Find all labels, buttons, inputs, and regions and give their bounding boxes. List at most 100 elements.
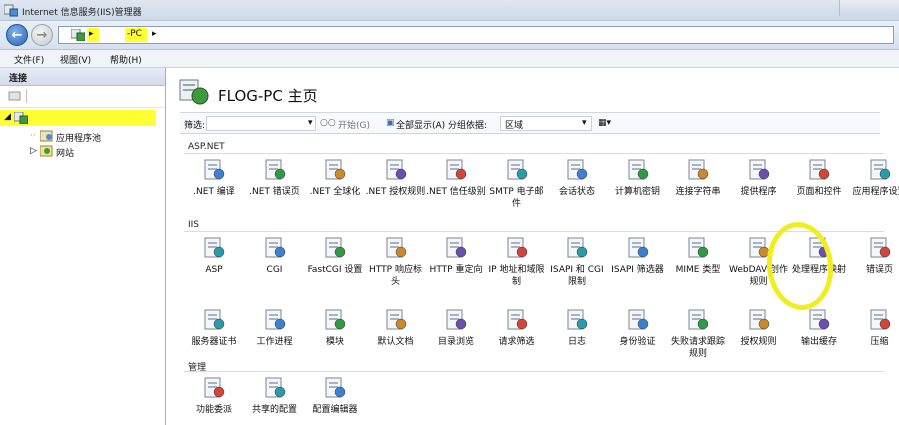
show-all-button[interactable]: 全部显示(A) xyxy=(396,118,445,131)
collapse-icon[interactable]: ◢ xyxy=(4,112,11,122)
feature-label: 失败请求跟踪规则 xyxy=(670,337,725,359)
feature-item[interactable]: 共享的配置 xyxy=(245,376,305,416)
feature-label: 日志 xyxy=(567,337,586,347)
feature-label: 错误页 xyxy=(865,265,893,275)
globe-icon xyxy=(323,158,347,182)
tree-node-server[interactable]: ◢ xyxy=(0,110,156,126)
feature-label: 配置编辑器 xyxy=(312,405,358,415)
error-icon xyxy=(868,236,892,260)
log-icon xyxy=(565,308,589,332)
window-controls[interactable] xyxy=(839,0,899,16)
feature-item[interactable]: 默认文档 xyxy=(366,308,426,348)
output-cache-icon xyxy=(807,308,831,332)
isapi-filter-icon xyxy=(626,236,650,260)
feature-label: 服务器证书 xyxy=(191,337,237,347)
connect-icon[interactable] xyxy=(8,90,22,102)
feature-item[interactable]: ISAPI 筛选器 xyxy=(608,236,668,276)
server-large-icon xyxy=(179,79,209,105)
address-chevron-icon[interactable]: ▸ xyxy=(89,29,94,39)
feature-item[interactable]: 服务器证书 xyxy=(184,308,244,348)
feature-item[interactable]: ISAPI 和 CGI 限制 xyxy=(547,236,607,288)
tree-node-sites[interactable]: ▷ 网站 xyxy=(0,143,160,159)
feature-item[interactable]: MIME 类型 xyxy=(668,236,728,276)
feature-item[interactable]: 授权规则 xyxy=(729,308,789,348)
feature-label: 应用程序设置 xyxy=(852,187,899,197)
feature-item[interactable]: 失败请求跟踪规则 xyxy=(668,308,728,360)
modules-icon xyxy=(323,308,347,332)
worker-process-icon xyxy=(263,308,287,332)
feature-label: HTTP 响应标头 xyxy=(369,265,422,287)
feature-label: HTTP 重定向 xyxy=(429,265,483,275)
iis-app-icon xyxy=(4,4,18,17)
feature-item[interactable]: 请求筛选 xyxy=(487,308,547,348)
feature-item[interactable]: 计算机密钥 xyxy=(608,158,668,198)
fastcgi-icon xyxy=(323,236,347,260)
feature-item[interactable]: 功能委派 xyxy=(184,376,244,416)
feature-item[interactable]: 提供程序 xyxy=(729,158,789,198)
start-button[interactable]: 开始(G) xyxy=(338,118,370,131)
feature-item[interactable]: 应用程序设置 xyxy=(850,158,899,198)
view-mode-icon[interactable]: ▦▾ xyxy=(598,118,611,128)
sites-icon xyxy=(40,145,53,157)
feature-item[interactable]: SMTP 电子邮件 xyxy=(487,158,547,210)
filter-dropdown-icon[interactable]: ▾ xyxy=(308,118,313,128)
show-all-icon: ▣ xyxy=(386,118,395,128)
settings-icon xyxy=(868,158,892,182)
feature-label: 身份验证 xyxy=(619,337,656,347)
feature-item[interactable]: 配置编辑器 xyxy=(305,376,365,416)
expand-icon[interactable]: ▷ xyxy=(30,146,37,156)
menu-bar: 文件(F) 视图(V) 帮助(H) xyxy=(0,50,899,68)
feature-item[interactable]: 压缩 xyxy=(850,308,899,348)
ip-icon xyxy=(505,236,529,260)
feature-item[interactable]: 工作进程 xyxy=(245,308,305,348)
feature-item[interactable]: 会话状态 xyxy=(547,158,607,198)
feature-item[interactable]: FastCGI 设置 xyxy=(305,236,365,276)
feature-label: .NET 全球化 xyxy=(309,187,361,197)
feature-item[interactable]: 模块 xyxy=(305,308,365,348)
address-field[interactable]: ▸ -PC ▸ xyxy=(58,26,894,44)
feature-item[interactable]: HTTP 重定向 xyxy=(426,236,486,276)
feature-item[interactable]: 身份验证 xyxy=(608,308,668,348)
address-segment-server[interactable]: -PC xyxy=(127,29,142,39)
feature-item[interactable]: 输出缓存 xyxy=(789,308,849,348)
feature-item[interactable]: CGI xyxy=(245,236,305,276)
feature-label: 工作进程 xyxy=(256,337,293,347)
feature-item[interactable]: .NET 编译 xyxy=(184,158,244,198)
feature-item[interactable]: 页面和控件 xyxy=(789,158,849,198)
session-icon xyxy=(565,158,589,182)
tree-node-app-pools[interactable]: ·· 应用程序池 xyxy=(0,128,160,144)
feature-item[interactable]: 错误页 xyxy=(850,236,899,276)
feature-label: ISAPI 和 CGI 限制 xyxy=(550,265,604,287)
feature-item[interactable]: .NET 错误页 xyxy=(245,158,305,198)
feature-label: CGI xyxy=(266,265,283,275)
feature-item[interactable]: .NET 全球化 xyxy=(305,158,365,198)
group-by-label: 分组依据: xyxy=(448,121,488,131)
shared-config-icon xyxy=(263,376,287,400)
menu-view[interactable]: 视图(V) xyxy=(60,53,91,66)
page-icon xyxy=(807,158,831,182)
filter-input[interactable] xyxy=(206,116,316,131)
trust-icon xyxy=(444,158,468,182)
feature-label: .NET 编译 xyxy=(193,187,235,197)
address-chevron-icon[interactable]: ▸ xyxy=(152,29,157,39)
menu-file[interactable]: 文件(F) xyxy=(14,53,44,66)
feature-item[interactable]: .NET 信任级别 xyxy=(426,158,486,198)
feature-item[interactable]: 目录浏览 xyxy=(426,308,486,348)
isapi-cgi-icon xyxy=(565,236,589,260)
feature-item[interactable]: IP 地址和域限制 xyxy=(487,236,547,288)
forward-button[interactable]: → xyxy=(31,24,53,46)
menu-help[interactable]: 帮助(H) xyxy=(110,53,142,66)
page-title: FLOG-PC 主页 xyxy=(218,87,318,105)
back-button[interactable]: ← xyxy=(6,24,28,46)
feature-item[interactable]: 连接字符串 xyxy=(668,158,728,198)
feature-item[interactable]: .NET 授权规则 xyxy=(366,158,426,198)
feature-item[interactable]: HTTP 响应标头 xyxy=(366,236,426,288)
group-by-select[interactable]: 区域 xyxy=(500,116,592,131)
feature-item[interactable]: 日志 xyxy=(547,308,607,348)
annotation-circle xyxy=(762,218,838,314)
compile-icon xyxy=(202,158,226,182)
feature-item[interactable]: ASP xyxy=(184,236,244,276)
certificate-icon xyxy=(202,308,226,332)
feature-label: 会话状态 xyxy=(558,187,595,197)
group-by-dropdown-icon[interactable]: ▾ xyxy=(582,118,587,128)
